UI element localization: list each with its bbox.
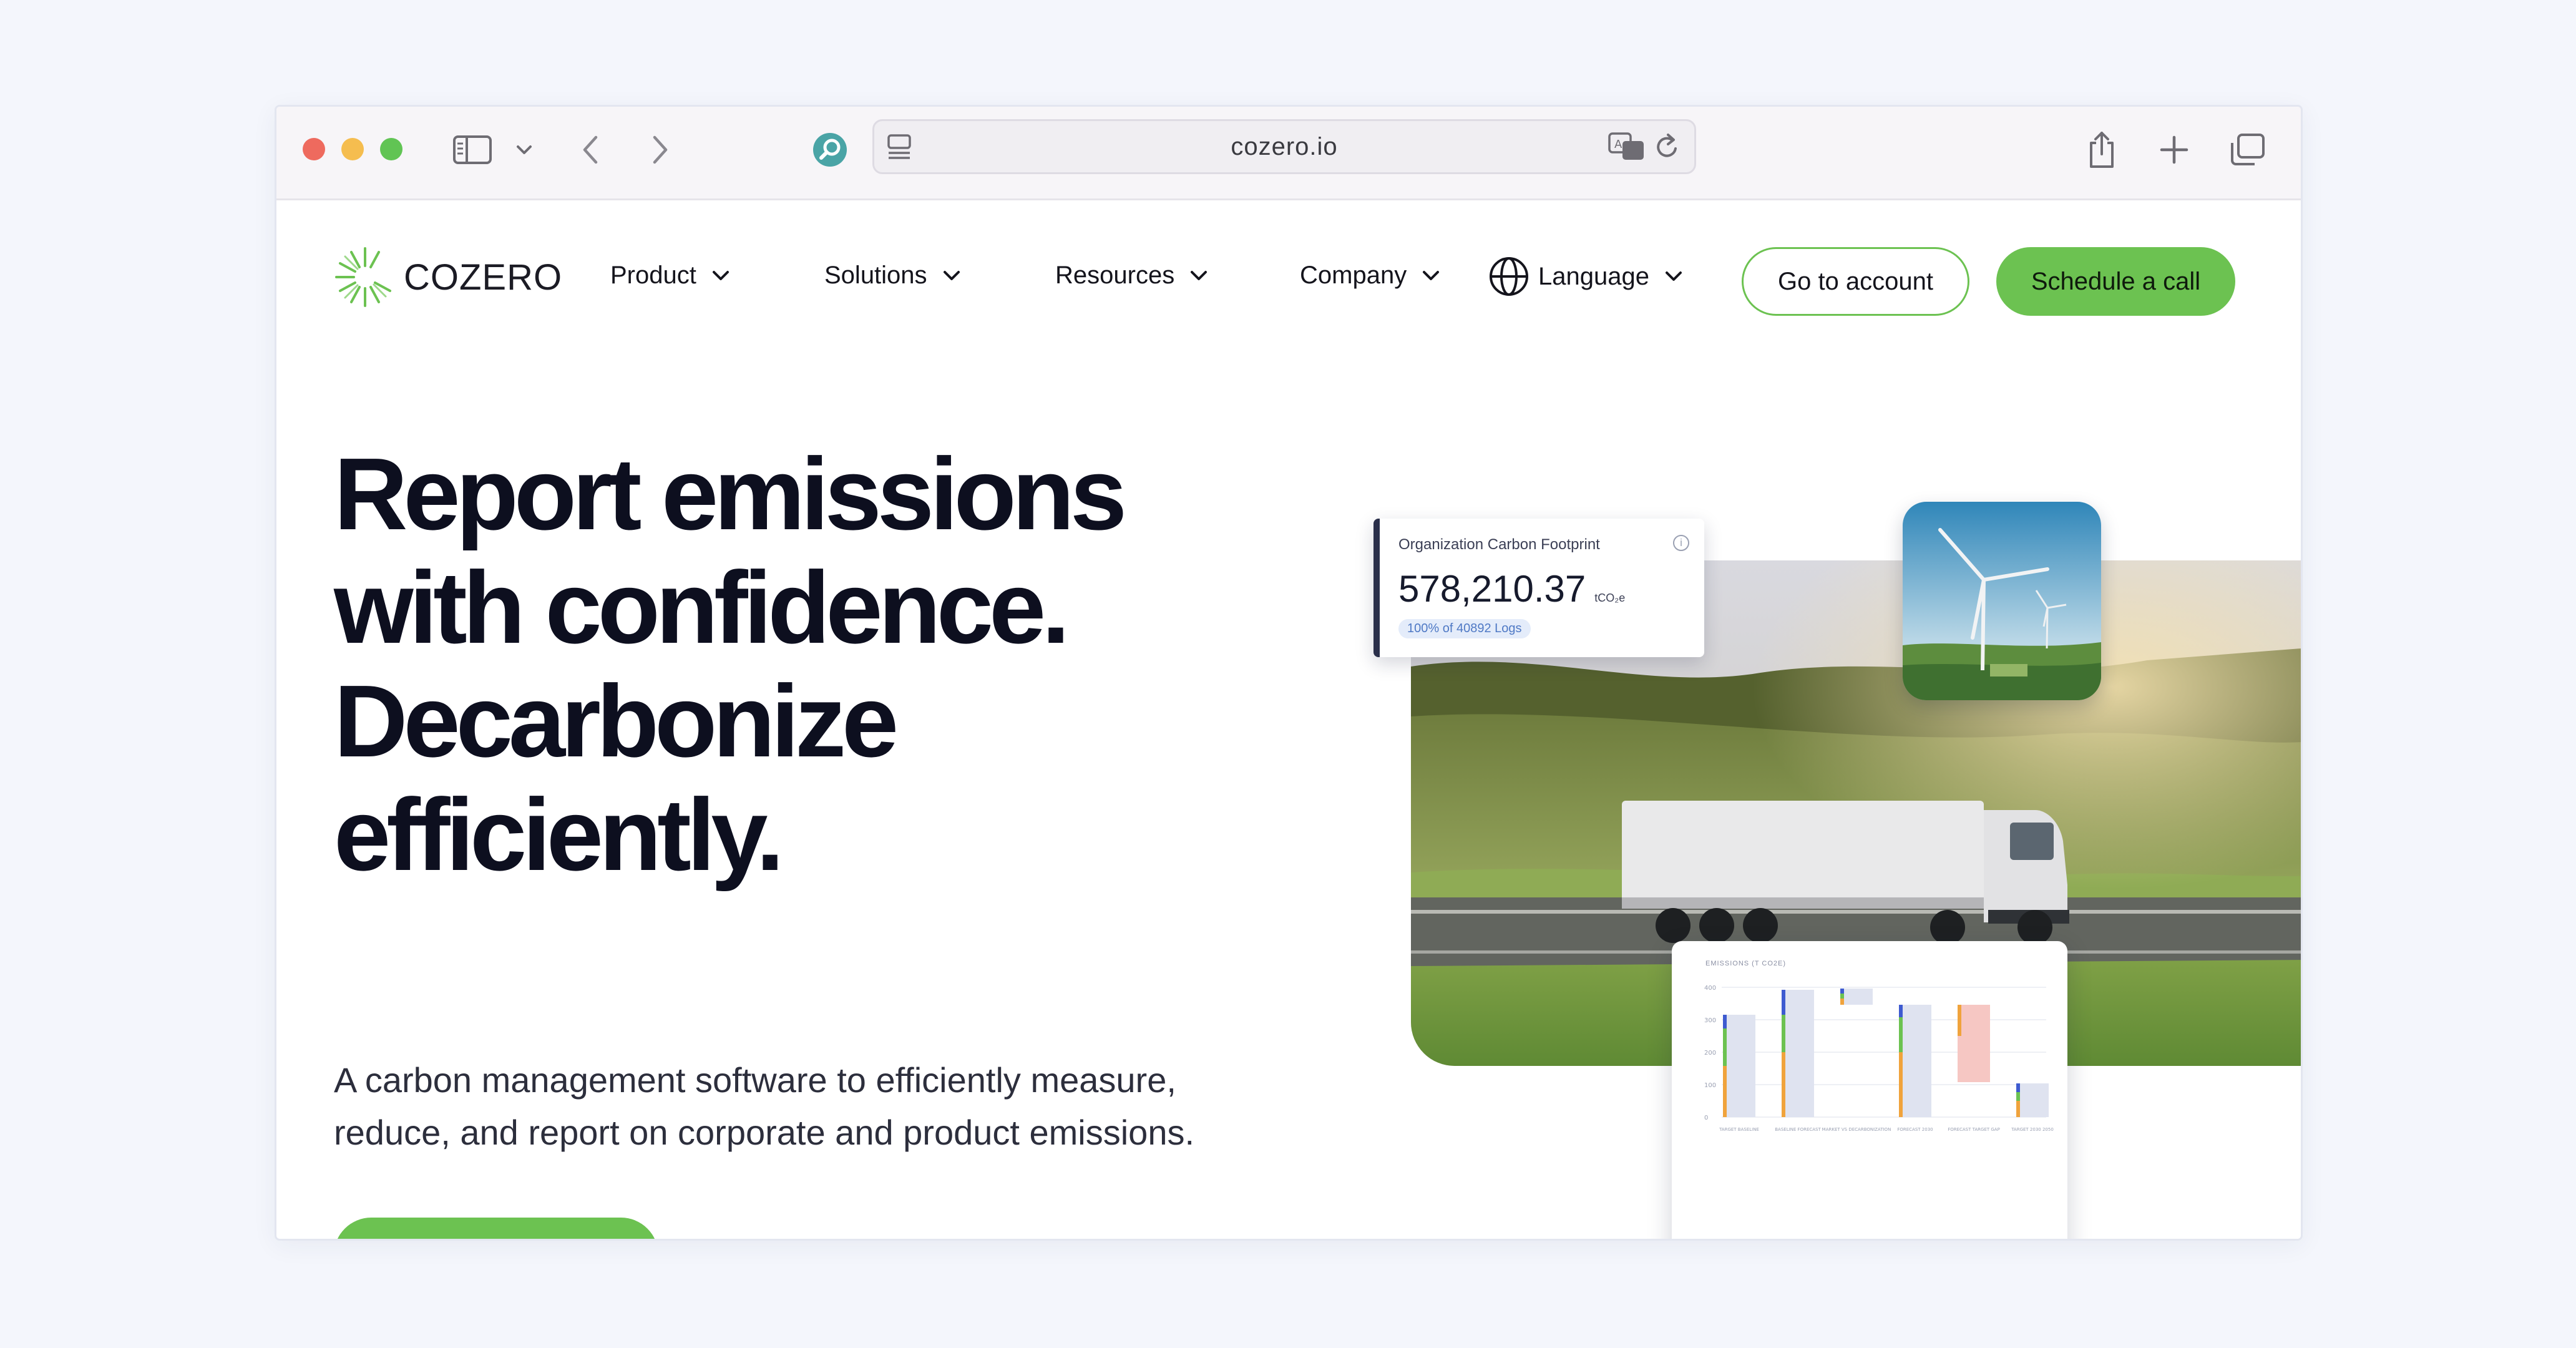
x-category-label: TARGET BASELINE [1719, 1127, 1759, 1132]
chevron-down-icon [1423, 270, 1440, 280]
back-icon[interactable] [581, 130, 600, 169]
chevron-down-icon[interactable] [515, 130, 533, 169]
site-nav: COZERO Product Solutions Resources Compa… [276, 202, 2301, 327]
logo-wordmark: COZERO [404, 256, 563, 298]
chevron-down-icon [943, 270, 960, 280]
sidebar-icon[interactable] [453, 130, 492, 169]
hero-title-line: Report emissions [334, 437, 1127, 551]
y-tick-label: 300 [1704, 1017, 1716, 1024]
emissions-chart-card: EMISSIONS (T CO2E) 400 300 200 100 0 TAR… [1672, 941, 2067, 1239]
hero-title-line: with confidence. [334, 550, 1070, 665]
minimize-window-button[interactable] [341, 138, 364, 160]
cozero-logo[interactable]: COZERO [334, 246, 562, 308]
y-tick-label: 400 [1704, 985, 1716, 992]
y-tick-label: 200 [1704, 1050, 1716, 1057]
hero-cta-button[interactable] [334, 1218, 658, 1239]
nav-solutions-label: Solutions [824, 261, 927, 289]
nav-language[interactable]: Language [1488, 256, 1683, 297]
forward-icon[interactable] [651, 130, 670, 169]
footprint-value: 578,210.37 [1398, 568, 1586, 610]
browser-window: cozero.io A COZERO Product Solutions Res… [275, 105, 2303, 1241]
chevron-down-icon [1191, 270, 1208, 280]
svg-text:A: A [1614, 138, 1622, 151]
nav-resources[interactable]: Resources [1055, 261, 1208, 290]
x-category-label: FORECAST 2030 [1897, 1127, 1933, 1132]
hero-subtitle: A carbon management software to efficien… [334, 1054, 1332, 1159]
close-window-button[interactable] [303, 138, 325, 160]
nav-language-label: Language [1538, 262, 1649, 290]
address-bar[interactable]: cozero.io A [872, 119, 1696, 174]
search-extension-icon[interactable] [812, 130, 848, 169]
hero-title-line: Decarbonize [334, 664, 899, 778]
reload-icon[interactable] [1653, 127, 1682, 166]
share-icon[interactable] [2086, 130, 2117, 169]
go-to-account-button[interactable]: Go to account [1742, 247, 1969, 316]
x-category-label: BASELINE FORECAST [1775, 1127, 1821, 1132]
y-tick-label: 0 [1704, 1115, 1708, 1121]
nav-product[interactable]: Product [610, 261, 730, 290]
chart-bar [1782, 990, 1814, 1117]
schedule-call-button[interactable]: Schedule a call [1996, 247, 2235, 316]
browser-toolbar: cozero.io A [276, 107, 2301, 200]
globe-icon [1490, 257, 1528, 296]
zoom-window-button[interactable] [380, 138, 402, 160]
url-text: cozero.io [1231, 132, 1338, 160]
chart-bar [1958, 1005, 1990, 1082]
chart-bar [1723, 1015, 1755, 1117]
info-icon[interactable]: i [1673, 535, 1689, 551]
y-tick-label: 100 [1704, 1082, 1716, 1089]
emissions-chart: 400 300 200 100 0 TARGET BASELINE BASELI… [1704, 985, 2054, 1132]
chevron-down-icon [712, 270, 729, 280]
translate-icon[interactable]: A [1608, 127, 1646, 166]
chart-bar [2016, 1083, 2049, 1117]
nav-solutions[interactable]: Solutions [824, 261, 961, 290]
wind-turbine-image [1903, 502, 2101, 700]
nav-company-label: Company [1300, 261, 1407, 289]
nav-resources-label: Resources [1055, 261, 1175, 289]
carbon-footprint-card: Organization Carbon Footprint i 578,210.… [1373, 519, 1704, 657]
chart-bar [1840, 989, 1873, 1005]
hero-title-line: efficiently. [334, 778, 784, 892]
x-category-label: FORECAST TARGET GAP [1948, 1127, 2000, 1132]
hero-subtitle-line: A carbon management software to efficien… [334, 1060, 1176, 1100]
nav-company[interactable]: Company [1300, 261, 1440, 290]
x-category-label: MARKET VS DECARBONIZATION [1822, 1127, 1891, 1132]
chart-title: EMISSIONS (T CO2E) [1705, 960, 1787, 967]
footprint-value-row: 578,210.37 tCO₂e [1398, 567, 1686, 610]
chevron-down-icon [1665, 271, 1682, 281]
tabs-overview-icon[interactable] [2230, 130, 2266, 169]
footprint-label: Organization Carbon Footprint [1398, 536, 1600, 553]
x-category-label: TARGET 2030 2050 [2011, 1127, 2054, 1132]
new-tab-icon[interactable] [2160, 130, 2188, 169]
logs-coverage-badge: 100% of 40892 Logs [1398, 619, 1531, 638]
nav-product-label: Product [610, 261, 696, 289]
footprint-unit: tCO₂e [1594, 592, 1626, 604]
chart-bar [1899, 1005, 1931, 1117]
hero-subtitle-line: reduce, and report on corporate and prod… [334, 1113, 1195, 1152]
cozero-burst-icon [335, 247, 391, 307]
hero-title: Report emissions with confidence. Decarb… [334, 437, 1270, 892]
